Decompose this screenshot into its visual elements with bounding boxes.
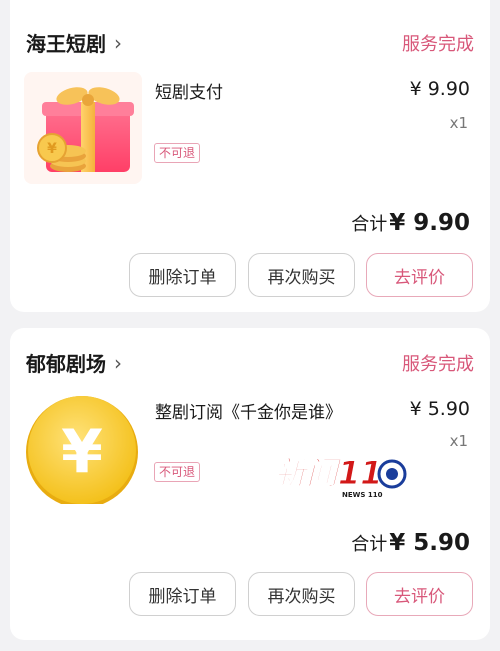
product-name[interactable]: 短剧支付 <box>155 78 223 103</box>
product-price: ¥ 9.90 <box>409 78 470 100</box>
rebuy-button[interactable]: 再次购买 <box>248 253 355 297</box>
chevron-right-icon: › <box>114 350 122 375</box>
shop-header[interactable]: 郁郁剧场 › <box>26 348 122 377</box>
shop-header[interactable]: 海王短剧 › <box>26 28 122 57</box>
non-refundable-tag: 不可退 <box>154 143 201 163</box>
order-status: 服务完成 <box>402 34 474 55</box>
order-card[interactable]: 海王短剧 › 服务完成 ¥ 短剧支付 ¥ 9.90 x1 不可退 合计 ¥ 9.… <box>10 0 490 312</box>
non-refundable-tag: 不可退 <box>154 462 201 482</box>
yuan-coin-icon: ¥ <box>24 392 142 504</box>
order-status: 服务完成 <box>402 354 474 375</box>
shop-name: 郁郁剧场 <box>26 352 106 376</box>
total-amount: ¥ 9.90 <box>389 210 470 236</box>
review-button[interactable]: 去评价 <box>366 572 473 616</box>
product-quantity: x1 <box>449 114 468 132</box>
product-name[interactable]: 整剧订阅《千金你是谁》 <box>155 398 342 423</box>
total-amount: ¥ 5.90 <box>389 530 470 556</box>
gift-box-icon: ¥ <box>24 72 142 184</box>
svg-text:¥: ¥ <box>47 141 57 157</box>
product-price: ¥ 5.90 <box>409 398 470 420</box>
product-thumbnail[interactable]: ¥ <box>24 392 142 504</box>
svg-text:¥: ¥ <box>61 417 103 487</box>
delete-order-button[interactable]: 删除订单 <box>129 572 236 616</box>
news-110-logo: 新闻110 NEWS 110 <box>274 454 407 499</box>
order-card[interactable]: 郁郁剧场 › 服务完成 ¥ 整剧订阅《千金你是谁》 ¥ 5.90 x1 不可退 … <box>10 328 490 640</box>
shop-name: 海王短剧 <box>26 32 106 56</box>
chevron-right-icon: › <box>114 30 122 55</box>
product-quantity: x1 <box>449 432 468 450</box>
order-total: 合计 ¥ 5.90 <box>351 530 470 556</box>
total-label: 合计 <box>351 214 388 235</box>
total-label: 合计 <box>351 534 388 555</box>
delete-order-button[interactable]: 删除订单 <box>129 253 236 297</box>
rebuy-button[interactable]: 再次购买 <box>248 572 355 616</box>
order-total: 合计 ¥ 9.90 <box>351 210 470 236</box>
product-thumbnail[interactable]: ¥ <box>24 72 142 184</box>
news-logo-sub: NEWS 110 <box>342 491 383 499</box>
review-button[interactable]: 去评价 <box>366 253 473 297</box>
